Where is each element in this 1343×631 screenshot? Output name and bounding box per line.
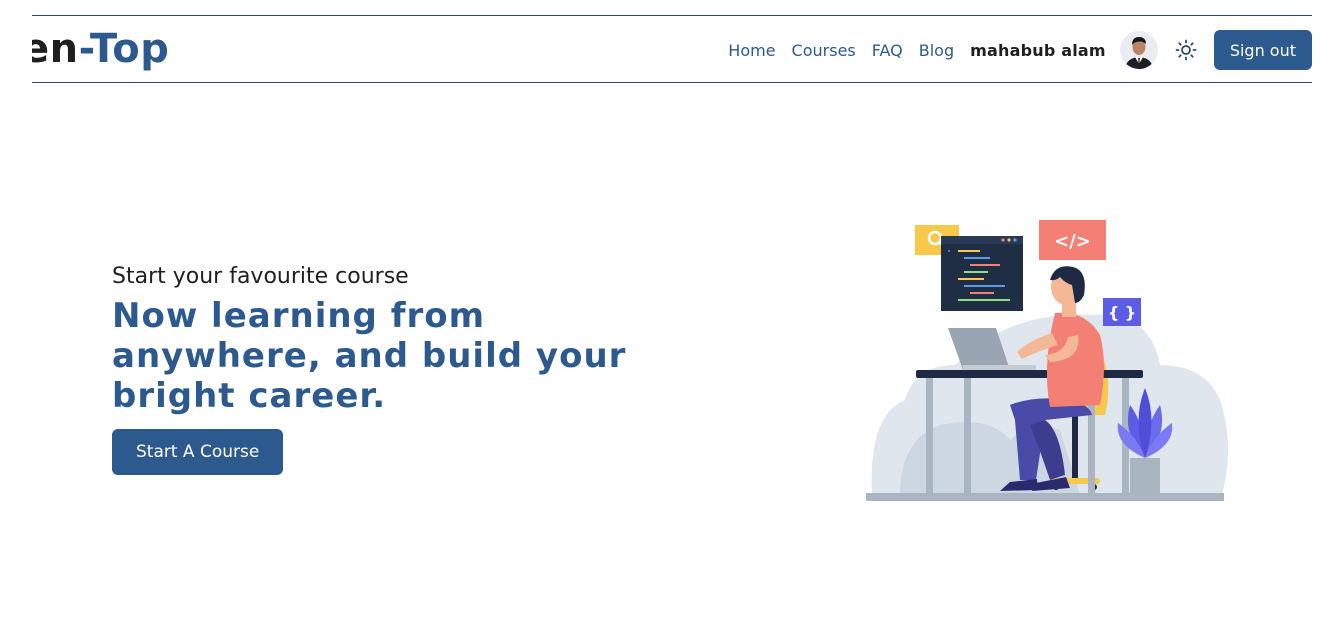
theme-toggle-sun-icon[interactable] (1172, 36, 1200, 64)
start-course-button[interactable]: Start A Course (112, 429, 284, 475)
code-tag-badge: </> (1039, 220, 1106, 260)
hero-section: Start your favourite course Now learning… (112, 262, 672, 475)
braces-badge: { } (1103, 298, 1141, 326)
logo-text-part-b: -Top (78, 26, 170, 72)
nav-links: Home Courses FAQ Blog mahabub alam Sign … (728, 30, 1312, 70)
code-tag-text: </> (1054, 231, 1091, 252)
logo-text-part-a: en (32, 26, 79, 72)
nav-link-courses[interactable]: Courses (792, 41, 856, 60)
nav-link-home[interactable]: Home (728, 41, 775, 60)
navbar: en-Top Home Courses FAQ Blog mahabub ala… (32, 15, 1312, 83)
nav-link-faq[interactable]: FAQ (872, 41, 903, 60)
user-name: mahabub alam (970, 40, 1106, 60)
braces-text: { } (1108, 303, 1136, 322)
hero-illustration: </> { } (860, 215, 1235, 510)
hero-title: Now learning from anywhere, and build yo… (112, 296, 627, 416)
brand-logo[interactable]: en-Top (32, 24, 212, 78)
code-window-icon (941, 236, 1023, 311)
avatar[interactable] (1119, 31, 1158, 69)
nav-link-blog[interactable]: Blog (919, 41, 954, 60)
hero-subtitle: Start your favourite course (112, 264, 409, 289)
sign-out-button[interactable]: Sign out (1213, 30, 1312, 70)
